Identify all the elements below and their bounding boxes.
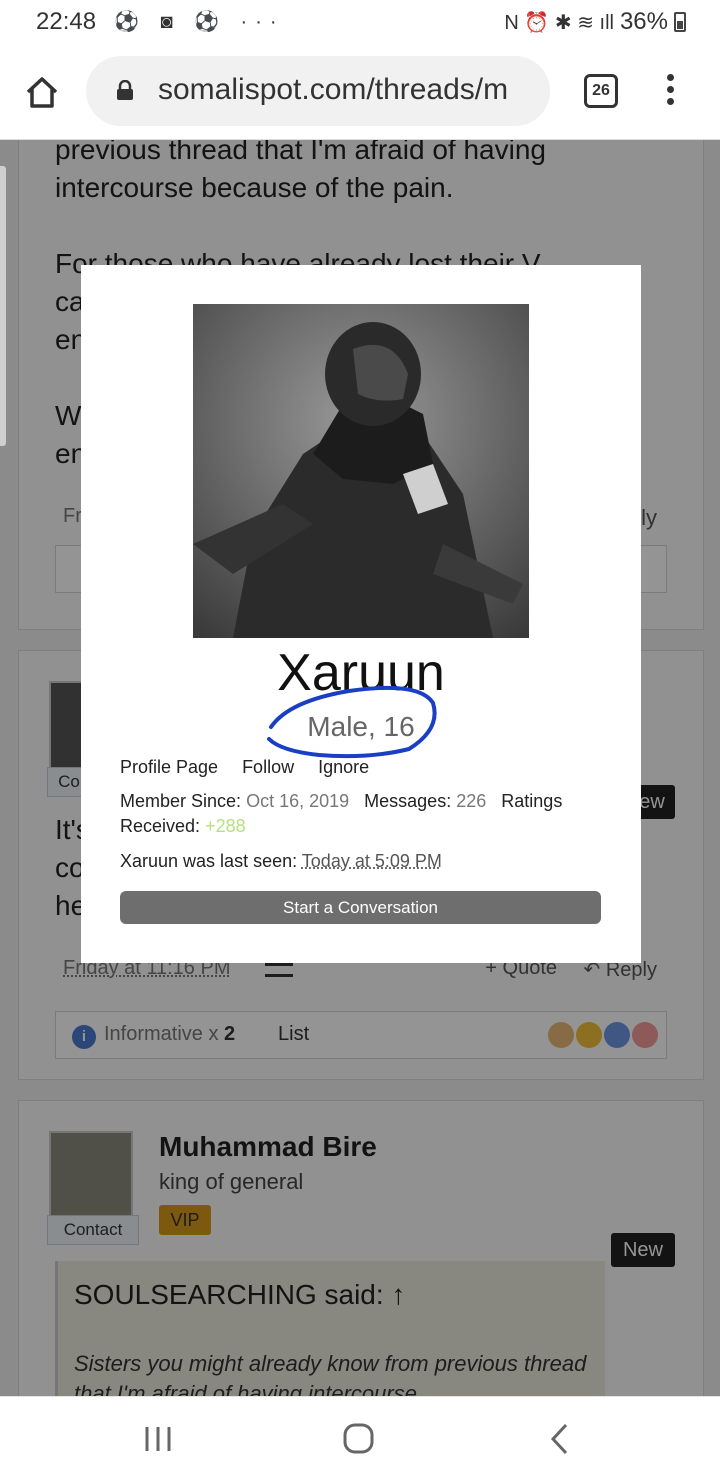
- profile-avatar[interactable]: [193, 304, 529, 638]
- last-seen-label: Xaruun was last seen:: [120, 851, 298, 871]
- battery-text: 36%: [619, 8, 668, 35]
- member-since-label: Member Since:: [120, 791, 242, 811]
- ratings-label: Ratings: [501, 791, 563, 811]
- ratings-received-value[interactable]: +288: [205, 816, 246, 836]
- profile-stats: Member Since: Oct 16, 2019 Messages: 226…: [120, 789, 610, 839]
- ratings-received-label: Received:: [120, 816, 201, 836]
- profile-actions: Profile Page Follow Ignore: [120, 757, 369, 778]
- messages-label: Messages:: [364, 791, 452, 811]
- follow-link[interactable]: Follow: [242, 757, 294, 778]
- ignore-link[interactable]: Ignore: [318, 757, 369, 778]
- scrollbar[interactable]: [0, 166, 6, 446]
- tab-switcher-icon[interactable]: 26: [584, 74, 618, 108]
- more-menu-icon[interactable]: [664, 74, 676, 110]
- url-text: somalispot.com/threads/m: [158, 73, 509, 106]
- status-bar: 22:48 ⚽ ◙ ⚽ ··· N ⏰ ✱ ≋ ıll 36%: [0, 0, 720, 44]
- system-tray: N ⏰ ✱ ≋ ıll 36%: [504, 8, 686, 36]
- back-icon[interactable]: [540, 1419, 580, 1459]
- recent-apps-icon[interactable]: [138, 1419, 178, 1459]
- battery-icon: [674, 12, 686, 32]
- member-since-value: Oct 16, 2019: [246, 791, 350, 811]
- system-navigation-bar: [0, 1396, 720, 1480]
- home-circle-icon[interactable]: [338, 1419, 378, 1459]
- start-conversation-button[interactable]: Start a Conversation: [120, 891, 601, 924]
- messages-value[interactable]: 226: [456, 791, 486, 811]
- notification-icons: ⚽ ◙ ⚽ ···: [114, 11, 285, 33]
- profile-page-link[interactable]: Profile Page: [120, 757, 218, 778]
- home-icon[interactable]: [22, 72, 62, 112]
- lock-icon: [117, 80, 133, 100]
- last-seen: Xaruun was last seen: Today at 5:09 PM: [120, 851, 442, 872]
- address-bar[interactable]: somalispot.com/threads/m: [86, 56, 550, 126]
- status-time: 22:48: [36, 8, 97, 35]
- profile-card: Xaruun Male, 16 Profile Page Follow Igno…: [81, 265, 641, 963]
- last-seen-time: Today at 5:09 PM: [301, 851, 442, 871]
- armored-figure-image: [193, 304, 529, 638]
- hand-drawn-circle-annotation: [267, 685, 437, 759]
- browser-toolbar: somalispot.com/threads/m 26: [0, 44, 720, 140]
- system-icons: N ⏰ ✱ ≋ ıll: [504, 11, 614, 34]
